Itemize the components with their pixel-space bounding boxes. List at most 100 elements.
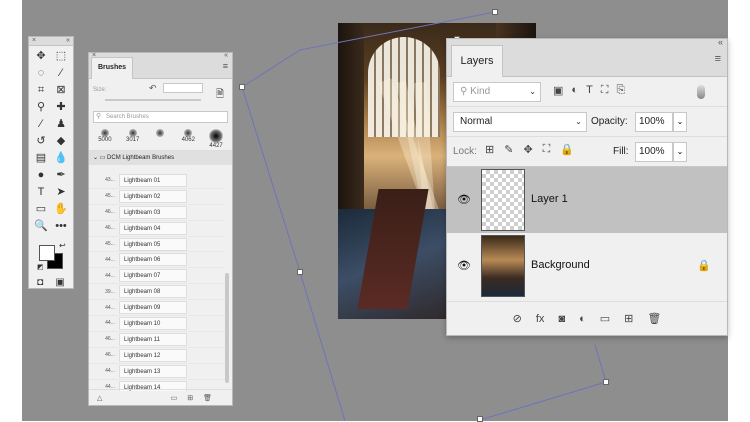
- blend-mode-select[interactable]: Normal ⌄: [453, 112, 587, 132]
- collapse-icon[interactable]: «: [66, 37, 70, 45]
- size-field[interactable]: [163, 83, 203, 93]
- brush-list-item[interactable]: 43... Lightbeam 01: [89, 173, 225, 189]
- foreground-color-swatch[interactable]: [39, 245, 55, 261]
- fill-dropdown-button[interactable]: ⌄: [673, 142, 687, 162]
- panel-menu-icon[interactable]: ≡: [223, 61, 228, 71]
- smart-object-filter-icon[interactable]: ⎘: [617, 84, 626, 97]
- shape-filter-icon[interactable]: ⛶: [601, 84, 609, 97]
- search-brushes-input[interactable]: ⚲ Search Brushes: [93, 111, 228, 123]
- recent-brush-size: 3017: [126, 137, 140, 143]
- marquee-tool-icon[interactable]: ⬚: [51, 49, 71, 64]
- brush-list-item[interactable]: 44... Lightbeam 10: [89, 316, 225, 332]
- size-slider[interactable]: [105, 99, 201, 101]
- eraser-tool-icon[interactable]: ◆: [51, 134, 71, 149]
- reset-icon[interactable]: ↶: [149, 83, 157, 94]
- healing-brush-tool-icon[interactable]: ✚: [51, 100, 71, 115]
- recent-brush-preset[interactable]: 4427: [205, 127, 227, 149]
- frame-tool-icon[interactable]: ⊠: [51, 83, 71, 98]
- brush-list-item[interactable]: 45... Lightbeam 05: [89, 237, 225, 253]
- brush-list-item[interactable]: 45... Lightbeam 02: [89, 189, 225, 205]
- new-group-icon[interactable]: ▭: [600, 312, 610, 325]
- new-layer-icon[interactable]: ⊞: [624, 312, 633, 325]
- hand-tool-icon[interactable]: ✋: [51, 202, 71, 217]
- more-tools-icon[interactable]: •••: [51, 219, 71, 234]
- close-icon[interactable]: ×: [32, 37, 36, 45]
- pixel-filter-icon[interactable]: ▣: [553, 84, 563, 97]
- trash-icon[interactable]: 🗑: [203, 394, 212, 402]
- transform-handle[interactable]: [297, 269, 303, 275]
- new-brush-icon[interactable]: 🗎: [216, 87, 224, 104]
- zoom-tool-icon[interactable]: 🔍: [31, 219, 51, 234]
- layer-row[interactable]: 👁 Background 🔒: [447, 233, 727, 299]
- filter-toggle[interactable]: [697, 85, 705, 99]
- stamp-tool-icon[interactable]: ♟: [51, 117, 71, 132]
- recent-brush-preset[interactable]: [149, 127, 171, 148]
- gradient-tool-icon[interactable]: ▤: [31, 151, 51, 166]
- collapse-icon[interactable]: «: [224, 52, 228, 59]
- brush-name: Lightbeam 11: [119, 332, 187, 346]
- link-layers-icon[interactable]: ⊘: [513, 312, 522, 325]
- filter-kind-select[interactable]: ⚲ Kind ⌄: [453, 82, 541, 102]
- history-brush-tool-icon[interactable]: ↺: [31, 134, 51, 149]
- collapse-icon[interactable]: «: [718, 37, 723, 47]
- brush-list-scrollbar[interactable]: [225, 273, 229, 383]
- lock-position-icon[interactable]: ✥: [523, 143, 532, 156]
- brush-list-item[interactable]: 44... Lightbeam 07: [89, 268, 225, 285]
- brush-list-item[interactable]: 46... Lightbeam 12: [89, 348, 225, 364]
- crop-tool-icon[interactable]: ⌗: [31, 83, 51, 98]
- fx-icon[interactable]: fx: [536, 313, 545, 325]
- brush-list-item[interactable]: 44... Lightbeam 13: [89, 364, 225, 380]
- default-colors-icon[interactable]: ◩: [37, 263, 44, 271]
- trash-icon[interactable]: 🗑: [647, 312, 661, 325]
- blur-tool-icon[interactable]: 💧: [51, 151, 71, 166]
- eye-icon[interactable]: 👁: [457, 193, 471, 206]
- brush-list-item[interactable]: 46... Lightbeam 03: [89, 205, 225, 221]
- new-brush-button-icon[interactable]: ⊞: [187, 394, 193, 402]
- dodge-tool-icon[interactable]: ●: [31, 168, 51, 183]
- brush-settings-icon[interactable]: △: [97, 394, 102, 402]
- lock-all-icon[interactable]: 🔒: [560, 143, 574, 156]
- brush-list-item[interactable]: 46... Lightbeam 04: [89, 221, 225, 237]
- transform-handle[interactable]: [239, 84, 245, 90]
- brush-list-item[interactable]: 39... Lightbeam 08: [89, 284, 225, 301]
- recent-brush-preset[interactable]: 3017: [122, 127, 144, 148]
- type-filter-icon[interactable]: T: [586, 84, 593, 97]
- shape-tool-icon[interactable]: ▭: [31, 202, 51, 217]
- lock-transparent-icon[interactable]: ⊞: [485, 143, 494, 156]
- eyedropper-tool-icon[interactable]: ⚲: [31, 100, 51, 115]
- add-mask-icon[interactable]: ◙: [558, 313, 565, 325]
- eye-icon[interactable]: 👁: [457, 259, 471, 272]
- adjustment-filter-icon[interactable]: ◐: [571, 84, 578, 97]
- tab-brushes[interactable]: Brushes: [91, 57, 134, 79]
- lock-artboard-icon[interactable]: ⛶: [543, 143, 551, 156]
- panel-menu-icon[interactable]: ≡: [715, 53, 721, 65]
- adjustment-layer-icon[interactable]: ◐: [579, 313, 586, 325]
- transform-handle[interactable]: [477, 416, 483, 422]
- type-tool-icon[interactable]: T: [31, 185, 51, 200]
- fill-field[interactable]: 100%: [635, 142, 673, 162]
- brush-tool-icon[interactable]: ∕: [31, 117, 51, 132]
- lasso-tool-icon[interactable]: ◌: [31, 66, 51, 81]
- swap-colors-icon[interactable]: ↩: [59, 241, 66, 250]
- transform-handle[interactable]: [603, 379, 609, 385]
- pen-tool-icon[interactable]: ✒: [51, 168, 71, 183]
- transform-handle[interactable]: [492, 9, 498, 15]
- brush-group-row[interactable]: ⌄ ▭ DCM Lightbeam Brushes: [89, 151, 232, 165]
- move-tool-icon[interactable]: ✥: [31, 49, 51, 64]
- layer-row[interactable]: 👁 Layer 1: [447, 167, 727, 233]
- opacity-field[interactable]: 100%: [635, 112, 673, 132]
- recent-brush-preset[interactable]: 5000: [94, 127, 116, 148]
- path-select-tool-icon[interactable]: ➤: [51, 185, 71, 200]
- quick-select-tool-icon[interactable]: ⁄: [51, 66, 71, 81]
- brush-list-item[interactable]: 44... Lightbeam 06: [89, 252, 225, 269]
- recent-brush-preset[interactable]: 4062: [177, 127, 199, 148]
- brush-list-item[interactable]: 44... Lightbeam 09: [89, 300, 225, 317]
- opacity-dropdown-button[interactable]: ⌄: [673, 112, 687, 132]
- tab-layers[interactable]: Layers: [451, 45, 503, 77]
- lock-image-icon[interactable]: ✎: [504, 143, 513, 156]
- new-group-icon[interactable]: ▭: [171, 394, 178, 402]
- screen-mode-icon[interactable]: ▣: [55, 277, 64, 288]
- quick-mask-icon[interactable]: ◘: [37, 277, 43, 288]
- lock-icon[interactable]: 🔒: [697, 259, 711, 272]
- brush-list-item[interactable]: 46... Lightbeam 11: [89, 332, 225, 348]
